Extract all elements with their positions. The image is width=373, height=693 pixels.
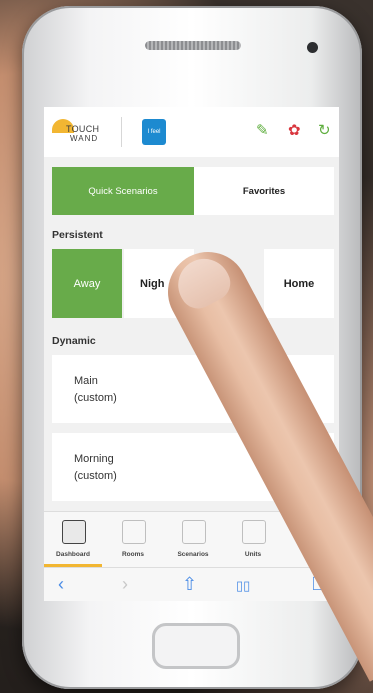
touchwand-logo: TOUCH WAND bbox=[52, 115, 110, 149]
logo-text-2: WAND bbox=[70, 134, 99, 143]
nav-rooms[interactable]: Rooms bbox=[104, 512, 164, 568]
leaf-icon[interactable]: ✎ bbox=[256, 123, 269, 139]
front-camera bbox=[307, 42, 318, 53]
scenario-label: Morning (custom) bbox=[74, 453, 117, 482]
home-mode-button[interactable]: Home bbox=[264, 249, 334, 318]
share-icon[interactable]: ⇧ bbox=[182, 575, 197, 593]
scenario-label: Main (custom) bbox=[74, 375, 117, 404]
tab-favorites[interactable]: Favorites bbox=[194, 167, 334, 215]
tab-quick-scenarios[interactable]: Quick Scenarios bbox=[52, 167, 194, 215]
bug-icon[interactable]: ✿ bbox=[288, 123, 301, 139]
bookmarks-icon[interactable]: ▯▯ bbox=[236, 577, 250, 595]
scenarios-icon bbox=[182, 520, 206, 544]
nav-scenarios[interactable]: Scenarios bbox=[164, 512, 224, 568]
away-button[interactable]: Away bbox=[52, 249, 122, 318]
home-button[interactable] bbox=[152, 623, 240, 669]
browser-toolbar: ‹ › ⇧ ▯▯ ❐ bbox=[44, 567, 339, 601]
back-icon[interactable]: ‹ bbox=[58, 575, 64, 593]
units-icon bbox=[242, 520, 266, 544]
dynamic-title: Dynamic bbox=[52, 335, 96, 347]
rooms-icon bbox=[122, 520, 146, 544]
divider bbox=[121, 117, 122, 147]
nav-label: Dashboard bbox=[56, 551, 90, 558]
scenario-tabs: Quick Scenarios Favorites bbox=[52, 167, 334, 215]
forward-icon[interactable]: › bbox=[122, 575, 128, 593]
top-bar: TOUCH WAND I feel ✎ ✿ ↻ bbox=[44, 107, 339, 157]
speaker-grille bbox=[145, 41, 241, 50]
nav-units[interactable]: Units bbox=[224, 512, 284, 568]
dashboard-icon bbox=[62, 520, 86, 544]
nav-label: Rooms bbox=[121, 551, 145, 558]
persistent-title: Persistent bbox=[52, 229, 103, 241]
nav-label: Scenarios bbox=[177, 551, 209, 558]
nav-label: Units bbox=[244, 551, 262, 558]
partner-logo: I feel bbox=[142, 119, 166, 145]
logo-text-1: TOUCH bbox=[66, 124, 100, 134]
refresh-icon[interactable]: ↻ bbox=[318, 123, 331, 139]
nav-dashboard[interactable]: Dashboard bbox=[44, 512, 104, 568]
